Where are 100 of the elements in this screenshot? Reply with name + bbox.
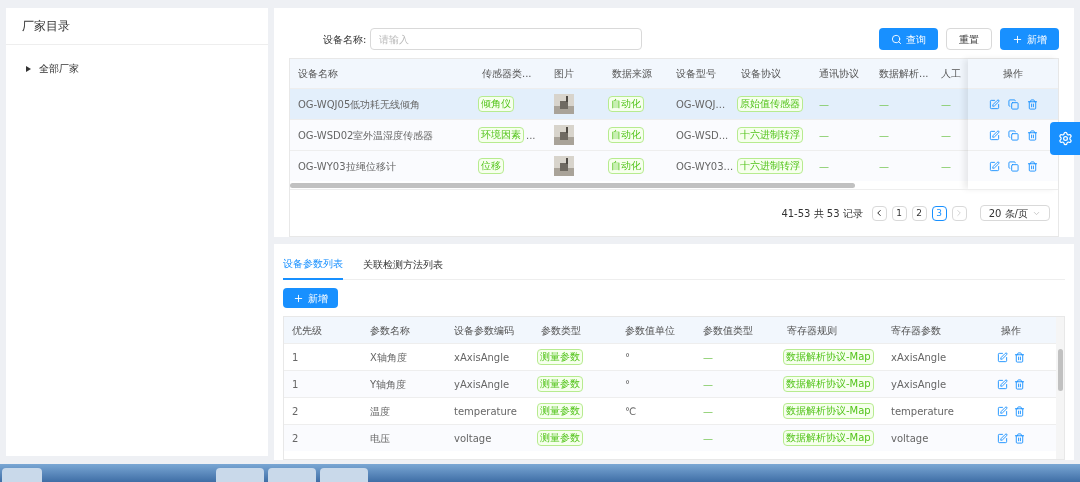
tag: 环境因素: [478, 127, 524, 143]
column-header: 操作: [1001, 323, 1021, 338]
column-header: 设备协议: [741, 68, 781, 79]
search-button[interactable]: 查询: [879, 28, 938, 50]
edit-icon[interactable]: [997, 351, 1008, 363]
table-cell-text: °: [625, 350, 630, 365]
column-header: 设备参数编码: [454, 323, 514, 338]
reset-button[interactable]: 重置: [946, 28, 992, 50]
column-header: 参数类型: [541, 323, 581, 338]
table-cell-text: Y轴角度: [370, 377, 407, 392]
column-header: 参数名称: [370, 323, 410, 338]
table-cell-text: OG-WQJ05低功耗无线倾角: [298, 97, 421, 112]
tab[interactable]: 设备参数列表: [283, 254, 343, 280]
column-header: 参数值类型: [703, 323, 753, 338]
column-header: 操作: [1003, 67, 1023, 81]
tag: 数据解析协议-Map: [783, 403, 874, 419]
search-label: 设备名称:: [323, 32, 367, 47]
delete-icon[interactable]: [1026, 98, 1038, 110]
tag: 位移: [478, 158, 504, 174]
table-row[interactable]: OG-WQJ05低功耗无线倾角 倾角仪 自动化 OG-WQJ... 原始值传感器 — — —: [290, 88, 968, 119]
settings-button[interactable]: [1050, 122, 1080, 155]
delete-icon[interactable]: [1014, 351, 1025, 363]
column-header: 图片: [554, 68, 574, 79]
edit-icon[interactable]: [988, 129, 1000, 141]
copy-icon[interactable]: [1007, 98, 1019, 110]
column-header: 传感器类...: [482, 68, 532, 79]
table-cell-text: temperature: [454, 404, 517, 419]
scrollbar[interactable]: [1057, 349, 1063, 391]
delete-icon[interactable]: [1014, 405, 1025, 417]
search-field[interactable]: 请输入: [370, 28, 643, 50]
tag: 测量参数: [537, 403, 583, 419]
table-cell-text: OG-WQJ...: [676, 97, 726, 112]
plus-icon: [1012, 33, 1023, 45]
column-header: 寄存器参数: [891, 323, 941, 338]
table-row[interactable]: OG-WY03拉绳位移计 位移 自动化 OG-WY03... 十六进制转浮 — — —: [290, 150, 968, 181]
pagination-summary: 41-53 共 53 记录: [781, 206, 863, 221]
table-cell-text: —: [941, 97, 951, 112]
edit-icon[interactable]: [988, 98, 1000, 110]
previous-page-button[interactable]: [871, 205, 887, 221]
table-cell-text: —: [941, 128, 951, 143]
column-header: 通讯协议: [819, 68, 859, 79]
table-cell-text: 2: [292, 404, 299, 419]
table-cell-text: OG-WSD02室外温湿度传感器: [298, 128, 434, 143]
copy-icon[interactable]: [1007, 129, 1019, 141]
next-page-button[interactable]: [951, 205, 967, 221]
tag: 自动化: [608, 158, 644, 174]
delete-icon[interactable]: [1014, 432, 1025, 444]
delete-icon[interactable]: [1026, 160, 1038, 172]
page-size-select[interactable]: 20 条/页: [979, 205, 1050, 221]
tree-item[interactable]: 全部厂家: [26, 61, 248, 76]
table-cell-text: 电压: [370, 431, 390, 446]
plus-icon: [293, 292, 304, 304]
tab[interactable]: 关联检测方法列表: [363, 254, 443, 280]
add-button[interactable]: 新增: [283, 288, 338, 308]
delete-icon[interactable]: [1014, 378, 1025, 390]
add-button[interactable]: 新增: [1000, 28, 1059, 50]
table-cell-text: —: [819, 159, 829, 174]
table-cell-text: —: [819, 97, 829, 112]
tag: 十六进制转浮: [737, 158, 803, 174]
table-cell-text: —: [703, 377, 713, 392]
table-cell-text: yAxisAngle: [891, 377, 947, 392]
table-row[interactable]: OG-WSD02室外温湿度传感器 环境因素 ... 自动化 OG-WSD... 十六进制转浮 — — —: [290, 119, 968, 150]
page-button[interactable]: 3: [931, 205, 947, 221]
table-cell-text: 1: [292, 377, 299, 392]
table-cell-text: —: [819, 128, 829, 143]
table-cell-text: —: [879, 97, 889, 112]
table-cell-text: —: [879, 159, 889, 174]
delete-icon[interactable]: [1026, 129, 1038, 141]
tag: 数据解析协议-Map: [783, 430, 874, 446]
column-header: 优先级: [292, 323, 322, 338]
column-header: 数据来源: [612, 68, 652, 79]
table-cell-text: OG-WSD...: [676, 128, 729, 143]
tag: 测量参数: [537, 430, 583, 446]
table-cell-text: voltage: [454, 431, 492, 446]
column-header: 人工: [941, 68, 961, 79]
table-cell-text: —: [703, 431, 713, 446]
table-cell-text: yAxisAngle: [454, 377, 510, 392]
table-cell-text: 1: [292, 350, 299, 365]
edit-icon[interactable]: [988, 160, 1000, 172]
edit-icon[interactable]: [997, 405, 1008, 417]
copy-icon[interactable]: [1007, 160, 1019, 172]
table-cell-text: ℃: [625, 404, 637, 419]
tag: 倾角仪: [478, 96, 514, 112]
tag: 测量参数: [537, 349, 583, 365]
table-cell-text: OG-WY03...: [676, 159, 733, 174]
table-cell-text: 2: [292, 431, 299, 446]
edit-icon[interactable]: [997, 432, 1008, 444]
page-button[interactable]: 1: [891, 205, 907, 221]
table-cell-text: xAxisAngle: [891, 350, 947, 365]
table-cell-text: —: [941, 159, 951, 174]
column-header: 寄存器规则: [787, 323, 837, 338]
table-cell-text: temperature: [891, 404, 954, 419]
tag: 原始值传感器: [737, 96, 803, 112]
edit-icon[interactable]: [997, 378, 1008, 390]
settings-icon: [1057, 131, 1073, 146]
table-cell-text: —: [879, 128, 889, 143]
table-cell-text: ...: [526, 128, 536, 143]
tag: 十六进制转浮: [737, 127, 803, 143]
page-button[interactable]: 2: [911, 205, 927, 221]
scrollbar[interactable]: [290, 182, 855, 188]
